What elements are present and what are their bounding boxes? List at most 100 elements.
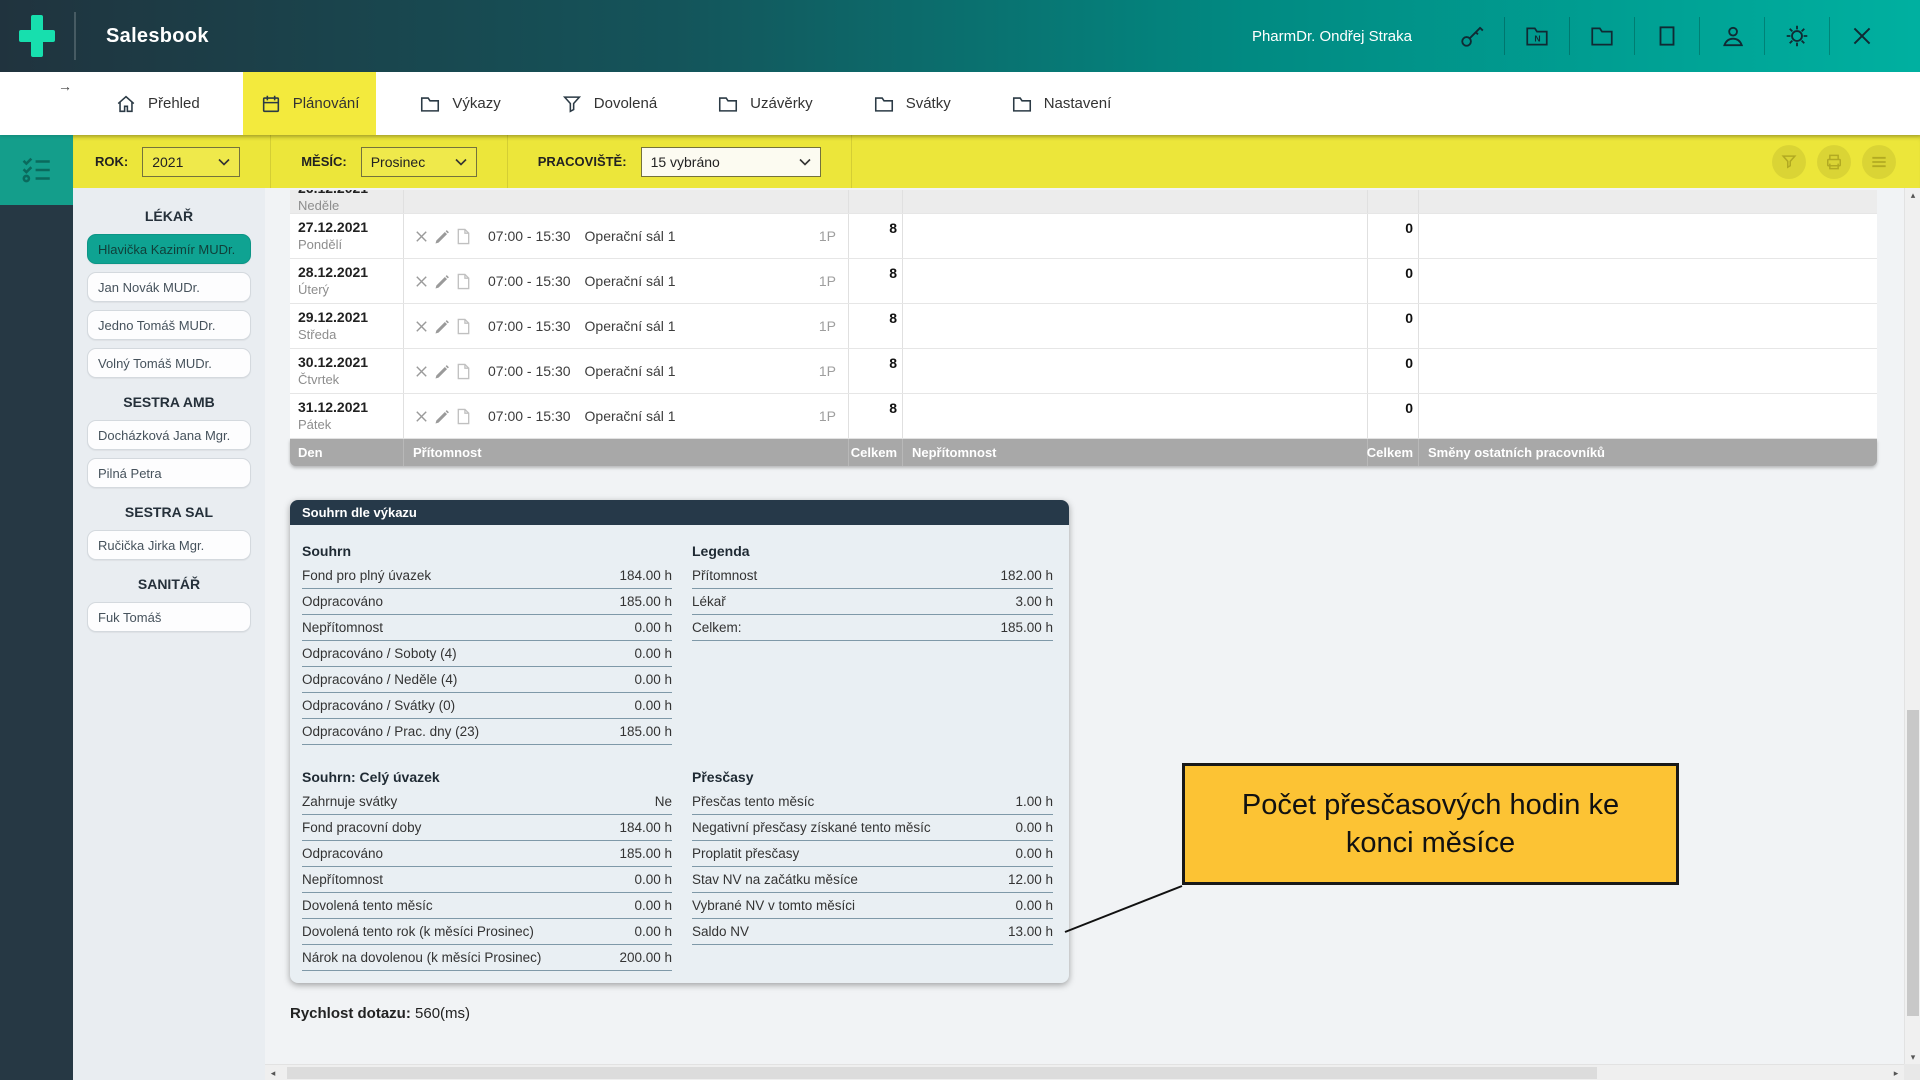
table-row[interactable]: 30.12.2021 Čtvrtek 07:00 - 15:30 Operačn… xyxy=(290,349,1877,394)
chevron-down-icon xyxy=(799,158,811,166)
employee-item[interactable]: Docházková Jana Mgr. xyxy=(87,420,251,450)
delete-shift-icon[interactable] xyxy=(413,228,430,245)
present-total: 8 xyxy=(849,304,903,348)
present-total: 8 xyxy=(849,349,903,393)
employee-item[interactable]: Volný Tomáš MUDr. xyxy=(87,348,251,378)
close-icon[interactable] xyxy=(1849,23,1875,49)
folder-note-icon[interactable]: N xyxy=(1524,23,1550,49)
column-header-nepritomnost: Nepřítomnost xyxy=(903,439,1368,466)
edit-shift-icon[interactable] xyxy=(434,318,451,335)
employee-item[interactable]: Hlavička Kazimír MUDr. xyxy=(87,234,251,264)
note-icon[interactable] xyxy=(455,363,472,380)
tab-dovolena[interactable]: Dovolená xyxy=(544,72,674,135)
edit-shift-icon[interactable] xyxy=(434,228,451,245)
delete-shift-icon[interactable] xyxy=(413,363,430,380)
delete-shift-icon[interactable] xyxy=(413,273,430,290)
note-icon[interactable] xyxy=(455,318,472,335)
checklist-icon xyxy=(20,153,54,187)
user-icon[interactable] xyxy=(1719,23,1745,49)
medical-cross-icon xyxy=(17,13,57,59)
horizontal-scrollbar[interactable]: ◂ ▸ xyxy=(265,1064,1904,1080)
edit-shift-icon[interactable] xyxy=(434,408,451,425)
header-divider xyxy=(1829,17,1830,55)
workplace-label: PRACOVIŠTĚ: xyxy=(538,154,627,169)
table-row[interactable]: 28.12.2021 Úterý 07:00 - 15:30 Operační … xyxy=(290,259,1877,304)
section-title-legenda: Legenda xyxy=(692,537,1053,563)
table-row[interactable]: 29.12.2021 Středa 07:00 - 15:30 Operační… xyxy=(290,304,1877,349)
table-footer-header: Den Přítomnost Celkem Nepřítomnost Celke… xyxy=(290,439,1877,466)
column-header-smeny: Směny ostatních pracovníků xyxy=(1419,439,1877,466)
workplace-select[interactable]: 15 vybráno xyxy=(641,147,821,177)
note-icon[interactable] xyxy=(455,273,472,290)
delete-shift-icon[interactable] xyxy=(413,408,430,425)
absence-cell xyxy=(903,304,1368,348)
callout-leader-line xyxy=(1040,875,1200,945)
tab-svatky[interactable]: Svátky xyxy=(856,72,968,135)
month-label: MĚSÍC: xyxy=(301,154,347,169)
query-speed-status: Rychlost dotazu: 560(ms) xyxy=(290,1005,470,1022)
tab-uzaverky[interactable]: Uzávěrky xyxy=(700,72,830,135)
scroll-up-arrow[interactable]: ▴ xyxy=(1905,188,1920,202)
key-icon[interactable] xyxy=(1459,23,1485,49)
header-divider xyxy=(74,12,76,60)
row-date: 28.12.2021 xyxy=(298,263,403,281)
delete-shift-icon[interactable] xyxy=(413,318,430,335)
note-icon[interactable] xyxy=(455,228,472,245)
row-date: 26.12.2021 xyxy=(298,190,403,197)
employee-item[interactable]: Jedno Tomáš MUDr. xyxy=(87,310,251,340)
row-date: 31.12.2021 xyxy=(298,398,403,416)
tab-planovani[interactable]: Plánování xyxy=(243,72,377,135)
employee-item[interactable]: Jan Novák MUDr. xyxy=(87,272,251,302)
summary-row: Odpracováno / Neděle (4) 0.00 h xyxy=(302,667,672,693)
filter-icon[interactable] xyxy=(1772,145,1806,179)
window-icon[interactable] xyxy=(1654,23,1680,49)
group-title: LÉKAŘ xyxy=(73,208,265,224)
employee-item[interactable]: Fuk Tomáš xyxy=(87,602,251,632)
absence-total: 0 xyxy=(1368,304,1419,348)
employee-item[interactable]: Pilná Petra xyxy=(87,458,251,488)
summary-panel-title: Souhrn dle výkazu xyxy=(290,500,1069,525)
app-title: Salesbook xyxy=(106,25,209,48)
absence-cell xyxy=(903,349,1368,393)
row-day: Úterý xyxy=(298,281,403,298)
other-shifts-cell xyxy=(1419,304,1877,348)
settings-icon[interactable] xyxy=(1784,23,1810,49)
table-row[interactable]: 31.12.2021 Pátek 07:00 - 15:30 Operační … xyxy=(290,394,1877,439)
tab-label: Svátky xyxy=(906,95,951,112)
left-rail xyxy=(0,135,73,1080)
table-row[interactable]: 27.12.2021 Pondělí 07:00 - 15:30 Operačn… xyxy=(290,214,1877,259)
absence-total: 0 xyxy=(1368,214,1419,258)
edit-shift-icon[interactable] xyxy=(434,363,451,380)
menu-icon[interactable] xyxy=(1862,145,1896,179)
shift-place: Operační sál 1 xyxy=(585,273,676,289)
tab-nastaveni[interactable]: Nastavení xyxy=(994,72,1129,135)
print-icon[interactable] xyxy=(1817,145,1851,179)
edit-shift-icon[interactable] xyxy=(434,273,451,290)
task-list-button[interactable] xyxy=(0,135,73,205)
scroll-right-arrow[interactable]: ▸ xyxy=(1888,1066,1904,1080)
collapse-arrow-icon[interactable]: → xyxy=(58,78,72,94)
filter-bar: ROK: 2021 MĚSÍC: Prosinec PRACOVIŠTĚ: 15… xyxy=(73,135,1920,188)
absence-cell xyxy=(903,214,1368,258)
horizontal-scroll-thumb[interactable] xyxy=(287,1067,1597,1079)
shift-code: 1P xyxy=(819,408,836,424)
scroll-left-arrow[interactable]: ◂ xyxy=(265,1066,281,1080)
tab-prehled[interactable]: Přehled xyxy=(98,72,217,135)
employee-item[interactable]: Ručička Jirka Mgr. xyxy=(87,530,251,560)
year-label: ROK: xyxy=(95,154,128,169)
tab-vykazy[interactable]: Výkazy xyxy=(402,72,517,135)
year-select[interactable]: 2021 xyxy=(142,147,240,177)
header-divider xyxy=(1634,17,1635,55)
shift-time: 07:00 - 15:30 xyxy=(488,408,571,424)
table-row-partial[interactable]: 26.12.2021 Neděle xyxy=(290,190,1877,214)
folder-icon[interactable] xyxy=(1589,23,1615,49)
summary-row: Nepřítomnost 0.00 h xyxy=(302,615,672,641)
vertical-scroll-thumb[interactable] xyxy=(1907,710,1919,1016)
scroll-down-arrow[interactable]: ▾ xyxy=(1905,1050,1920,1064)
summary-row: Celkem: 185.00 h xyxy=(692,615,1053,641)
summary-row: Odpracováno / Prac. dny (23) 185.00 h xyxy=(302,719,672,745)
month-select[interactable]: Prosinec xyxy=(361,147,477,177)
note-icon[interactable] xyxy=(455,408,472,425)
user-name: PharmDr. Ondřej Straka xyxy=(1252,28,1412,45)
vertical-scrollbar[interactable]: ▴ ▾ xyxy=(1904,188,1920,1064)
